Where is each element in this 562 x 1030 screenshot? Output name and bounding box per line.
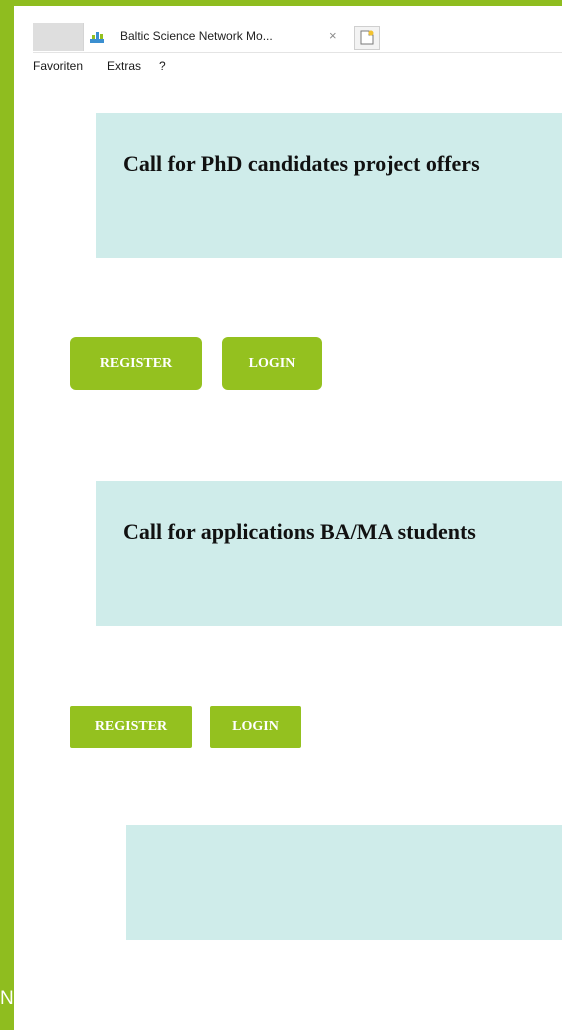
menu-extras[interactable]: Extras bbox=[107, 59, 141, 73]
new-tab-button[interactable] bbox=[354, 26, 380, 50]
tab-active[interactable]: Baltic Science Network Mo... × bbox=[83, 23, 364, 51]
window-frame-left bbox=[0, 0, 14, 1030]
menu-favorites[interactable]: Favoriten bbox=[33, 59, 83, 73]
new-tab-icon bbox=[360, 30, 374, 45]
section-panel-phd: Call for PhD candidates project offers bbox=[96, 113, 562, 258]
tab-title: Baltic Science Network Mo... bbox=[120, 29, 273, 43]
register-button-phd[interactable]: REGISTER bbox=[70, 337, 202, 390]
page-content: Call for PhD candidates project offers R… bbox=[14, 81, 562, 1030]
browser-window: Baltic Science Network Mo... × Favoriten… bbox=[14, 6, 562, 1030]
menu-bar: Favoriten Extras ? bbox=[33, 52, 562, 82]
section-panel-third bbox=[126, 825, 562, 940]
login-button-bama[interactable]: LOGIN bbox=[210, 706, 301, 748]
section-panel-bama: Call for applications BA/MA students bbox=[96, 481, 562, 626]
tab-bar: Baltic Science Network Mo... × bbox=[14, 6, 562, 52]
site-favicon-icon bbox=[90, 32, 104, 43]
section-title-phd: Call for PhD candidates project offers bbox=[123, 151, 480, 176]
close-icon[interactable]: × bbox=[329, 28, 337, 43]
background-letter: N bbox=[0, 988, 14, 1009]
login-button-phd[interactable]: LOGIN bbox=[222, 337, 322, 390]
register-button-bama[interactable]: REGISTER bbox=[70, 706, 192, 748]
tab-blank[interactable] bbox=[33, 23, 83, 51]
menu-help[interactable]: ? bbox=[159, 59, 166, 73]
section-title-bama: Call for applications BA/MA students bbox=[123, 519, 476, 544]
